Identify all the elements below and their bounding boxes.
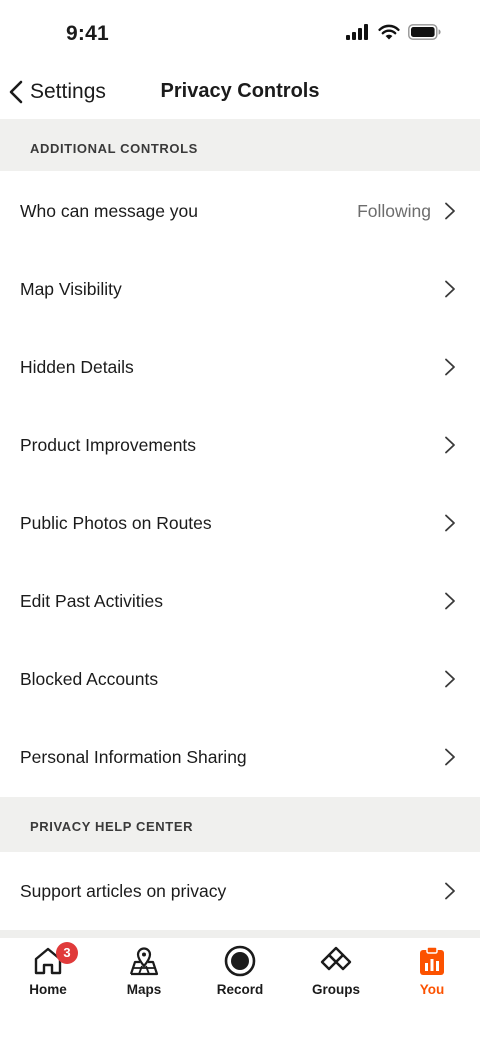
row-value: Following xyxy=(357,200,431,221)
record-icon xyxy=(224,945,256,977)
tab-label: You xyxy=(419,982,445,997)
row-label: Map Visibility xyxy=(20,278,122,299)
row-product-improvements[interactable]: Product Improvements xyxy=(0,406,480,484)
row-label: Edit Past Activities xyxy=(20,590,163,611)
status-bar: 9:41 xyxy=(0,0,480,66)
chevron-right-icon xyxy=(445,748,455,766)
tab-you[interactable]: You xyxy=(384,938,480,1008)
groups-icon xyxy=(320,946,352,971)
tab-label: Record xyxy=(216,982,264,997)
section-header-privacy-help-center: PRIVACY HELP CENTER xyxy=(0,797,480,852)
chevron-right-icon xyxy=(445,670,455,688)
chevron-right-icon xyxy=(445,882,455,900)
row-public-photos-on-routes[interactable]: Public Photos on Routes xyxy=(0,484,480,562)
map-icon xyxy=(129,947,159,976)
tab-record[interactable]: Record xyxy=(192,938,288,1008)
row-label: Hidden Details xyxy=(20,356,134,377)
chevron-right-icon xyxy=(445,202,455,220)
row-label: Blocked Accounts xyxy=(20,668,159,689)
navigation-bar: Settings Privacy Controls xyxy=(0,66,480,118)
page-title: Privacy Controls xyxy=(160,80,320,102)
you-icon xyxy=(420,946,444,975)
tab-bar-divider xyxy=(0,930,480,938)
tab-home[interactable]: 3 Home xyxy=(0,938,96,1008)
section-header-label: ADDITIONAL CONTROLS xyxy=(30,141,198,156)
battery-icon xyxy=(408,24,441,40)
row-map-visibility[interactable]: Map Visibility xyxy=(0,250,480,328)
row-personal-information-sharing[interactable]: Personal Information Sharing xyxy=(0,718,480,796)
notification-badge: 3 xyxy=(56,942,78,964)
row-blocked-accounts[interactable]: Blocked Accounts xyxy=(0,640,480,718)
tab-label: Maps xyxy=(126,982,162,997)
row-label: Personal Information Sharing xyxy=(20,746,247,767)
row-label: Support articles on privacy xyxy=(20,880,227,901)
chevron-right-icon xyxy=(445,514,455,532)
tab-label: Home xyxy=(29,982,67,997)
tab-groups[interactable]: Groups xyxy=(288,938,384,1008)
tab-maps[interactable]: Maps xyxy=(96,938,192,1008)
section-header-label: PRIVACY HELP CENTER xyxy=(30,819,194,834)
status-icons xyxy=(346,24,442,40)
row-support-articles-on-privacy[interactable]: Support articles on privacy xyxy=(0,852,480,930)
chevron-right-icon xyxy=(445,358,455,376)
tab-bar: 3 Home Maps Record Groups You xyxy=(0,938,480,1040)
row-hidden-details[interactable]: Hidden Details xyxy=(0,328,480,406)
cellular-signal-icon xyxy=(346,24,368,40)
tab-label: Groups xyxy=(311,982,360,997)
section-header-additional-controls: ADDITIONAL CONTROLS xyxy=(0,119,480,171)
row-label: Who can message you xyxy=(20,200,199,221)
row-label: Product Improvements xyxy=(20,434,197,455)
row-label: Public Photos on Routes xyxy=(20,512,212,533)
wifi-icon xyxy=(378,24,400,40)
chevron-right-icon xyxy=(445,280,455,298)
chevron-right-icon xyxy=(445,436,455,454)
row-who-can-message-you[interactable]: Who can message you Following xyxy=(0,172,480,250)
status-time: 9:41 xyxy=(66,22,109,45)
chevron-right-icon xyxy=(445,592,455,610)
row-edit-past-activities[interactable]: Edit Past Activities xyxy=(0,562,480,640)
